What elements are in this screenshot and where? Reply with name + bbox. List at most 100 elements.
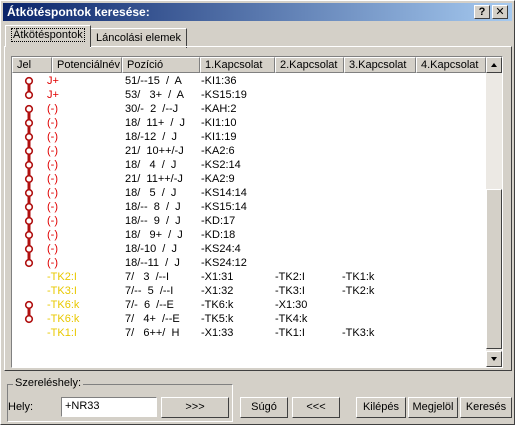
cell-pozicio: 21/ 10++/-J bbox=[125, 145, 184, 157]
column-header-kapcsolat-1[interactable]: 1.Kapcsolat bbox=[200, 57, 275, 73]
cell-kapcsolat-3: -TK2:k bbox=[342, 285, 375, 297]
help-button[interactable]: Súgó bbox=[240, 397, 288, 418]
connection-point-list[interactable]: Jel Potenciálnév Pozíció 1.Kapcsolat 2.K… bbox=[11, 56, 503, 368]
cell-kapcsolat-1: -KAH:2 bbox=[201, 103, 237, 115]
arrow-up-icon bbox=[491, 63, 497, 67]
cell-potencialnev: -TK6:k bbox=[47, 299, 80, 311]
cell-pozicio: 7/ 4+ /--E bbox=[125, 313, 180, 325]
cell-pozicio: 7/- 6 /--E bbox=[125, 299, 174, 311]
dialog-window: Átkötéspontok keresése: ? ✕ Átkötésponto… bbox=[0, 0, 515, 425]
location-field-label: Hely: bbox=[8, 401, 34, 413]
table-row[interactable]: (-) 18/-- 8 / J -KS15:14 bbox=[12, 200, 486, 214]
link-marker-icon bbox=[24, 312, 34, 324]
link-marker-icon bbox=[24, 116, 34, 130]
table-row[interactable]: (-) 18/ 9+ / J -KD:18 bbox=[12, 228, 486, 242]
link-marker-icon bbox=[24, 300, 34, 312]
cell-kapcsolat-1: -KA2:6 bbox=[201, 145, 235, 157]
scroll-down-button[interactable] bbox=[486, 351, 502, 367]
column-header-kapcsolat-2[interactable]: 2.Kapcsolat bbox=[275, 57, 344, 73]
tab-lancolasi-elemek[interactable]: Láncolási elemek bbox=[90, 28, 187, 48]
link-marker-icon bbox=[24, 104, 34, 116]
cell-pozicio: 18/-- 9 / J bbox=[125, 215, 181, 227]
table-row[interactable]: (-) 21/ 10++/-J -KA2:6 bbox=[12, 144, 486, 158]
table-row[interactable]: (-) 30/- 2 /--J -KAH:2 bbox=[12, 102, 486, 116]
cell-kapcsolat-1: -KS15:19 bbox=[201, 89, 247, 101]
table-row[interactable]: (-) 18/ 5 / J -KS14:14 bbox=[12, 186, 486, 200]
window-title: Átkötéspontok keresése: bbox=[7, 5, 150, 19]
cell-potencialnev: J+ bbox=[47, 75, 59, 87]
table-row[interactable]: (-) 18/ 4 / J -KS2:14 bbox=[12, 158, 486, 172]
cell-pozicio: 53/ 3+ / A bbox=[125, 89, 185, 101]
cell-pozicio: 18/ 9+ / J bbox=[125, 229, 183, 241]
cell-pozicio: 18/-- 8 / J bbox=[125, 201, 181, 213]
cell-kapcsolat-2: -TK1:I bbox=[275, 327, 305, 339]
tab-atkotespontok[interactable]: Átkötéspontok bbox=[5, 25, 91, 47]
cell-kapcsolat-1: -KI1:36 bbox=[201, 75, 237, 87]
exit-button[interactable]: Kilépés bbox=[356, 397, 406, 418]
cell-potencialnev: J+ bbox=[47, 89, 59, 101]
cell-potencialnev: (-) bbox=[47, 187, 58, 199]
vertical-scrollbar[interactable] bbox=[486, 57, 502, 367]
mark-button[interactable]: Megjelöl bbox=[408, 397, 458, 418]
cell-kapcsolat-2: -TK2:I bbox=[275, 271, 305, 283]
table-row[interactable]: -TK1:I 7/ 6++/ H -X1:33 -TK1:I -TK3:k bbox=[12, 326, 486, 340]
scrollbar-thumb[interactable] bbox=[486, 189, 502, 349]
cell-kapcsolat-3: -TK1:k bbox=[342, 271, 375, 283]
cell-kapcsolat-1: -KD:18 bbox=[201, 229, 236, 241]
table-row[interactable]: -TK6:k 7/- 6 /--E -TK6:k -X1:30 bbox=[12, 298, 486, 312]
location-input[interactable]: +NR33 bbox=[61, 397, 157, 417]
cell-potencialnev: (-) bbox=[47, 229, 58, 241]
link-marker-icon bbox=[24, 228, 34, 242]
cell-potencialnev: (-) bbox=[47, 215, 58, 227]
table-row[interactable]: -TK2:I 7/ 3 /--I -X1:31 -TK2:I -TK1:k bbox=[12, 270, 486, 284]
table-row[interactable]: (-) 18/-10 / J -KS24:4 bbox=[12, 242, 486, 256]
cell-potencialnev: (-) bbox=[47, 131, 58, 143]
cell-potencialnev: -TK6:k bbox=[47, 313, 80, 325]
cell-potencialnev: (-) bbox=[47, 103, 58, 115]
scroll-up-button[interactable] bbox=[486, 57, 502, 73]
cell-pozicio: 18/ 5 / J bbox=[125, 187, 177, 199]
cell-kapcsolat-2: -TK4:k bbox=[275, 313, 308, 325]
link-marker-icon bbox=[24, 130, 34, 144]
cell-potencialnev: -TK3:I bbox=[47, 285, 77, 297]
table-row[interactable]: (-) 18/-12 / J -KI1:19 bbox=[12, 130, 486, 144]
help-title-button[interactable]: ? bbox=[474, 5, 490, 19]
cell-kapcsolat-1: -KI1:19 bbox=[201, 131, 237, 143]
column-header-pozicio[interactable]: Pozíció bbox=[122, 57, 200, 73]
column-header-jel[interactable]: Jel bbox=[12, 57, 52, 73]
column-header-kapcsolat-3[interactable]: 3.Kapcsolat bbox=[344, 57, 416, 73]
title-bar: Átkötéspontok keresése: ? ✕ bbox=[3, 3, 512, 21]
cell-pozicio: 7/ 6++/ H bbox=[125, 327, 180, 339]
table-row[interactable]: J+ 53/ 3+ / A -KS15:19 bbox=[12, 88, 486, 102]
cell-kapcsolat-1: -KD:17 bbox=[201, 215, 236, 227]
link-marker-icon bbox=[24, 172, 34, 186]
table-row[interactable]: -TK3:I 7/-- 5 /--I -X1:32 -TK3:I -TK2:k bbox=[12, 284, 486, 298]
forward-button[interactable]: >>> bbox=[161, 397, 229, 418]
cell-pozicio: 18/-12 / J bbox=[125, 131, 177, 143]
table-row[interactable]: (-) 18/-- 9 / J -KD:17 bbox=[12, 214, 486, 228]
cell-potencialnev: (-) bbox=[47, 117, 58, 129]
table-row[interactable]: (-) 18/--11 / J -KS24:12 bbox=[12, 256, 486, 270]
back-button[interactable]: <<< bbox=[292, 397, 340, 418]
table-row[interactable]: J+ 51/--15 / A -KI1:36 bbox=[12, 74, 486, 88]
table-row[interactable]: (-) 18/ 11+ / J -KI1:10 bbox=[12, 116, 486, 130]
cell-kapcsolat-1: -X1:32 bbox=[201, 285, 234, 297]
cell-kapcsolat-1: -TK5:k bbox=[201, 313, 234, 325]
tab-label: Átkötéspontok bbox=[11, 28, 85, 42]
cell-pozicio: 18/ 4 / J bbox=[125, 159, 177, 171]
cell-potencialnev: (-) bbox=[47, 159, 58, 171]
link-marker-icon bbox=[24, 242, 34, 256]
cell-potencialnev: (-) bbox=[47, 243, 58, 255]
table-row[interactable]: (-) 21/ 11++/-J -KA2:9 bbox=[12, 172, 486, 186]
link-marker-icon bbox=[24, 88, 34, 100]
table-row[interactable]: -TK6:k 7/ 4+ /--E -TK5:k -TK4:k bbox=[12, 312, 486, 326]
close-title-button[interactable]: ✕ bbox=[492, 5, 508, 19]
link-marker-icon bbox=[24, 256, 34, 268]
cell-potencialnev: (-) bbox=[47, 145, 58, 157]
cell-pozicio: 7/-- 5 /--I bbox=[125, 285, 174, 297]
column-header-kapcsolat-4[interactable]: 4.Kapcsolat bbox=[416, 57, 486, 73]
search-button[interactable]: Keresés bbox=[460, 397, 512, 418]
location-group-title: Szereléshely: bbox=[13, 377, 84, 389]
column-header-potencialnev[interactable]: Potenciálnév bbox=[52, 57, 122, 73]
cell-kapcsolat-1: -TK6:k bbox=[201, 299, 234, 311]
